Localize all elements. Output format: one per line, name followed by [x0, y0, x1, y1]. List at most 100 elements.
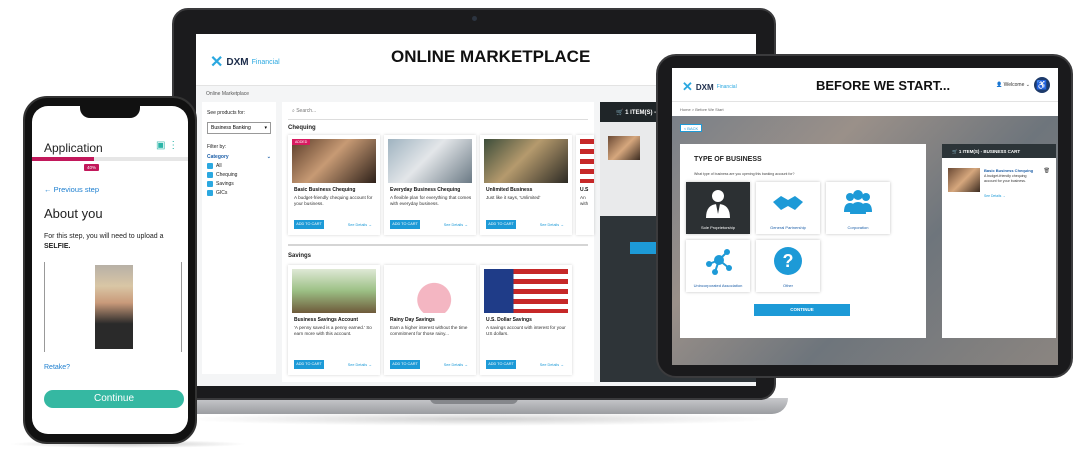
- selfie-photo: [95, 265, 133, 349]
- section-divider: [288, 244, 588, 246]
- search-input[interactable]: ⌕ Search...: [288, 108, 588, 120]
- product-card: ADDED Basic Business Chequing A budget-f…: [288, 135, 380, 235]
- tablet-header: ✕ DXM Financial BEFORE WE START... 👤 Wel…: [672, 68, 1058, 102]
- product-type-select[interactable]: Business Banking ▾: [207, 122, 271, 134]
- product-title: U.S. Dollar Savings: [486, 317, 532, 323]
- app-title: Application: [44, 141, 103, 155]
- product-desc: A flexible plan for everything that come…: [390, 195, 472, 206]
- see-details-link[interactable]: See Details →: [444, 363, 468, 367]
- laptop-base: [160, 398, 788, 414]
- product-card: Unlimited Business Just like it says, 'U…: [480, 135, 572, 235]
- see-details-link[interactable]: See Details →: [540, 223, 564, 227]
- search-icon: ⌕: [292, 108, 295, 114]
- option-sole-proprietorship[interactable]: Sole Proprietorship: [686, 182, 750, 234]
- progress-bar: [32, 157, 188, 161]
- business-type-panel: TYPE OF BUSINESS What type of business a…: [680, 144, 926, 338]
- option-unincorporated-association[interactable]: Unincorporated Association: [686, 240, 750, 292]
- page-title: BEFORE WE START...: [816, 78, 951, 93]
- product-title: Unlimited Business: [486, 187, 533, 193]
- selfie-frame: [44, 262, 182, 352]
- tablet-screen: ✕ DXM Financial BEFORE WE START... 👤 Wel…: [672, 68, 1058, 365]
- see-products-label: See products for:: [207, 110, 246, 116]
- add-to-cart-button[interactable]: ADD TO CART: [486, 220, 516, 229]
- product-title: Business Savings Account: [294, 317, 358, 323]
- product-title: U.S: [580, 187, 589, 193]
- group-icon: [844, 190, 872, 214]
- tablet-content-area: < BACK TYPE OF BUSINESS What type of bus…: [672, 116, 1058, 365]
- continue-button[interactable]: CONTINUE: [754, 304, 850, 316]
- welcome-menu[interactable]: 👤 Welcome ⌄: [996, 82, 1030, 88]
- product-image: [484, 269, 568, 313]
- network-icon: [706, 249, 732, 275]
- breadcrumb: Online Marketplace: [206, 91, 250, 97]
- cart-icon: 🛒: [952, 149, 958, 154]
- filter-savings[interactable]: Savings: [207, 181, 271, 187]
- back-button[interactable]: < BACK: [680, 124, 702, 132]
- product-image: [292, 269, 376, 313]
- trash-icon[interactable]: 🗑: [1044, 168, 1050, 174]
- continue-button[interactable]: Continue: [44, 390, 184, 408]
- product-desc: Earn a higher interest without the time …: [390, 325, 468, 336]
- product-image: [388, 139, 472, 183]
- option-other[interactable]: ? Other: [756, 240, 820, 292]
- camera-icon: [472, 16, 477, 21]
- section-title: TYPE OF BUSINESS: [694, 156, 762, 163]
- product-list: ⌕ Search... Chequing ADDED Basic Busines…: [282, 102, 594, 382]
- previous-step-link[interactable]: ← Previous step: [44, 185, 99, 194]
- logo-sub: Financial: [251, 58, 280, 66]
- select-value: Business Banking: [211, 125, 251, 131]
- add-to-cart-button[interactable]: ADD TO CART: [486, 360, 516, 369]
- product-card: Business Savings Account 'A penny saved …: [288, 265, 380, 375]
- see-details-link[interactable]: See Details →: [444, 223, 468, 227]
- section-chequing: Chequing: [288, 125, 316, 131]
- filter-chequing[interactable]: Chequing: [207, 172, 271, 178]
- category-label[interactable]: Category ⌄: [207, 154, 271, 160]
- businessman-icon: [706, 190, 730, 218]
- filter-label: Filter by:: [207, 144, 227, 150]
- checkbox-icon: [207, 172, 213, 178]
- phone-notch: [80, 106, 140, 118]
- phone-screen: Application ▣ ⋮ 40% ← Previous step Abou…: [32, 106, 188, 434]
- option-corporation[interactable]: Corporation: [826, 182, 890, 234]
- app-menu[interactable]: ▣ ⋮: [156, 140, 178, 151]
- checkbox-icon: [207, 190, 213, 196]
- dxm-x-icon: ✕: [682, 79, 693, 94]
- question-text: What type of business are you opening th…: [694, 172, 795, 176]
- checkbox-icon: [207, 163, 213, 169]
- see-details-link[interactable]: See Details →: [984, 194, 1006, 198]
- see-details-link[interactable]: See Details →: [348, 363, 372, 367]
- business-cart: 🛒 1 ITEM(S) - BUSINESS CART Basic Busine…: [942, 144, 1056, 338]
- option-general-partnership[interactable]: General Partnership: [756, 182, 820, 234]
- camera-badge-icon[interactable]: ▣: [156, 140, 165, 151]
- dxm-logo[interactable]: ✕ DXM Financial: [210, 52, 280, 72]
- product-desc: Just like it says, 'Unlimited': [486, 195, 541, 200]
- retake-link[interactable]: Retake?: [44, 364, 70, 371]
- kebab-menu-icon[interactable]: ⋮: [168, 140, 178, 151]
- product-card: Everyday Business Chequing A flexible pl…: [384, 135, 476, 235]
- cart-header: 🛒 1 ITEM(S) - BUSINESS CART: [942, 144, 1056, 158]
- add-to-cart-button[interactable]: ADD TO CART: [294, 360, 324, 369]
- cart-item-thumb: [948, 168, 980, 192]
- filter-gics[interactable]: GICs: [207, 190, 271, 196]
- add-to-cart-button[interactable]: ADD TO CART: [390, 360, 420, 369]
- see-details-link[interactable]: See Details →: [348, 223, 372, 227]
- cart-icon: 🛒: [616, 110, 624, 116]
- product-desc: A savings account with interest for your…: [486, 325, 566, 336]
- phone: Application ▣ ⋮ 40% ← Previous step Abou…: [23, 96, 197, 444]
- product-title: Basic Business Chequing: [294, 187, 356, 193]
- section-savings: Savings: [288, 253, 312, 259]
- accessibility-icon[interactable]: ♿: [1034, 77, 1050, 93]
- dxm-logo[interactable]: ✕ DXM Financial: [682, 79, 737, 95]
- checkbox-icon: [207, 181, 213, 187]
- add-to-cart-button[interactable]: ADD TO CART: [294, 220, 324, 229]
- step-instruction: For this step, you will need to upload a…: [44, 233, 164, 250]
- logo-brand: DXM: [226, 56, 249, 68]
- category-filter: Category ⌄ All Chequing Savings GICs: [207, 154, 271, 196]
- product-card: U.S An with: [576, 135, 594, 235]
- product-image: [292, 139, 376, 183]
- filter-all[interactable]: All: [207, 163, 271, 169]
- product-desc: An with: [580, 195, 589, 206]
- see-details-link[interactable]: See Details →: [540, 363, 564, 367]
- chevron-down-icon: ⌄: [266, 154, 271, 160]
- add-to-cart-button[interactable]: ADD TO CART: [390, 220, 420, 229]
